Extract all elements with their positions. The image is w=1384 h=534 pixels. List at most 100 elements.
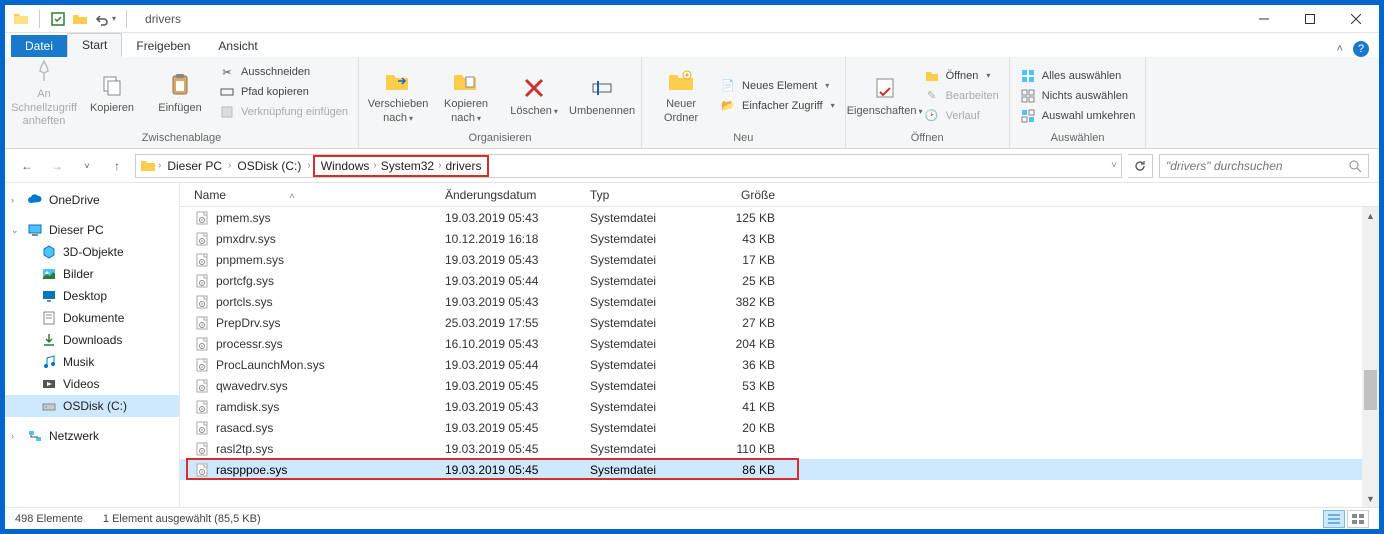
qat-undo-icon[interactable]: ▾ — [94, 11, 116, 27]
nav-osdisk[interactable]: OSDisk (C:) — [5, 395, 179, 417]
scroll-down-icon[interactable]: ▼ — [1362, 490, 1379, 507]
scroll-thumb[interactable] — [1364, 370, 1377, 410]
file-date: 25.03.2019 17:55 — [445, 316, 590, 330]
search-box[interactable] — [1159, 154, 1369, 178]
file-row[interactable]: rasacd.sys19.03.2019 05:45Systemdatei20 … — [180, 417, 1379, 438]
file-row[interactable]: PrepDrv.sys25.03.2019 17:55Systemdatei27… — [180, 312, 1379, 333]
file-size: 17 KB — [710, 253, 785, 267]
crumb-osdisk[interactable]: OSDisk (C:) — [233, 157, 305, 175]
back-button[interactable]: ← — [15, 154, 39, 178]
search-input[interactable] — [1166, 159, 1348, 173]
open-button[interactable]: Öffnen▾ — [922, 67, 1001, 85]
copy-button[interactable]: Kopieren — [81, 68, 143, 117]
pin-quickaccess-button[interactable]: An Schnellzugriff anheften — [13, 54, 75, 130]
file-row[interactable]: rasl2tp.sys19.03.2019 05:45Systemdatei11… — [180, 438, 1379, 459]
tab-share[interactable]: Freigeben — [122, 35, 204, 57]
qat-properties-icon[interactable] — [50, 11, 66, 27]
breadcrumb-highlight: Windows› System32› drivers — [313, 155, 490, 177]
breadcrumb-dropdown-icon[interactable]: ˅ — [1111, 160, 1117, 171]
refresh-button[interactable] — [1128, 155, 1152, 177]
paste-shortcut-button[interactable]: Verknüpfung einfügen — [217, 103, 350, 121]
forward-button[interactable]: → — [45, 154, 69, 178]
cut-button[interactable]: ✂Ausschneiden — [217, 63, 350, 81]
file-row[interactable]: ramdisk.sys19.03.2019 05:43Systemdatei41… — [180, 396, 1379, 417]
minimize-button[interactable] — [1241, 5, 1287, 33]
scroll-up-icon[interactable]: ▲ — [1362, 207, 1379, 224]
file-row[interactable]: pmxdrv.sys10.12.2019 16:18Systemdatei43 … — [180, 228, 1379, 249]
status-count: 498 Elemente — [15, 513, 83, 525]
ribbon-group-label: Öffnen — [854, 130, 1001, 146]
ribbon-collapse-icon[interactable]: ˄ — [1337, 43, 1343, 55]
nav-videos[interactable]: Videos — [5, 373, 179, 395]
new-folder-button[interactable]: ✦ Neuer Ordner — [650, 64, 712, 126]
svg-text:✦: ✦ — [684, 71, 691, 80]
nav-onedrive[interactable]: ›OneDrive — [5, 189, 179, 211]
file-row[interactable]: portcls.sys19.03.2019 05:43Systemdatei38… — [180, 291, 1379, 312]
video-icon — [41, 376, 57, 392]
up-button[interactable]: ↑ — [105, 154, 129, 178]
edit-button[interactable]: ✎Bearbeiten — [922, 87, 1001, 105]
file-row[interactable]: pmem.sys19.03.2019 05:43Systemdatei125 K… — [180, 207, 1379, 228]
rename-button[interactable]: Umbenennen — [571, 71, 633, 120]
file-row[interactable]: raspppoe.sys19.03.2019 05:45Systemdatei8… — [180, 459, 1379, 480]
column-size[interactable]: Größe — [710, 188, 785, 202]
file-name: portcfg.sys — [216, 274, 274, 288]
nav-music[interactable]: Musik — [5, 351, 179, 373]
nav-this-pc[interactable]: ⌄Dieser PC — [5, 219, 179, 241]
copy-path-button[interactable]: Pfad kopieren — [217, 83, 350, 101]
properties-button[interactable]: Eigenschaften▾ — [854, 71, 916, 120]
file-type: Systemdatei — [590, 274, 710, 288]
file-type: Systemdatei — [590, 337, 710, 351]
file-name: rasl2tp.sys — [216, 442, 273, 456]
new-item-button[interactable]: 📄Neues Element▾ — [718, 77, 837, 95]
file-row[interactable]: qwavedrv.sys19.03.2019 05:45Systemdatei5… — [180, 375, 1379, 396]
file-row[interactable]: processr.sys16.10.2019 05:43Systemdatei2… — [180, 333, 1379, 354]
view-icons-button[interactable] — [1347, 510, 1369, 528]
invert-selection-button[interactable]: Auswahl umkehren — [1018, 107, 1138, 125]
file-size: 41 KB — [710, 400, 785, 414]
ribbon-group-label: Auswählen — [1018, 130, 1138, 146]
vertical-scrollbar[interactable]: ▲ ▼ — [1362, 207, 1379, 507]
select-none-button[interactable]: Nichts auswählen — [1018, 87, 1138, 105]
crumb-system32[interactable]: System32 — [377, 157, 438, 175]
tab-start[interactable]: Start — [67, 33, 122, 57]
cube-icon — [41, 244, 57, 260]
recent-dropdown[interactable]: ˅ — [75, 154, 99, 178]
maximize-button[interactable] — [1287, 5, 1333, 33]
copy-to-button[interactable]: Kopieren nach▾ — [435, 64, 497, 126]
nav-desktop[interactable]: Desktop — [5, 285, 179, 307]
delete-button[interactable]: Löschen▾ — [503, 71, 565, 120]
column-type[interactable]: Typ — [590, 188, 710, 202]
help-icon[interactable]: ? — [1353, 41, 1369, 57]
tab-view[interactable]: Ansicht — [204, 35, 271, 57]
file-row[interactable]: pnpmem.sys19.03.2019 05:43Systemdatei17 … — [180, 249, 1379, 270]
close-button[interactable] — [1333, 5, 1379, 33]
tab-file[interactable]: Datei — [11, 35, 67, 57]
breadcrumb[interactable]: › Dieser PC› OSDisk (C:)› Windows› Syste… — [135, 154, 1122, 178]
file-name: qwavedrv.sys — [216, 379, 288, 393]
paste-button[interactable]: Einfügen — [149, 68, 211, 117]
nav-3d-objects[interactable]: 3D-Objekte — [5, 241, 179, 263]
select-all-button[interactable]: Alles auswählen — [1018, 67, 1138, 85]
nav-pictures[interactable]: Bilder — [5, 263, 179, 285]
move-to-button[interactable]: Verschieben nach▾ — [367, 64, 429, 126]
nav-documents[interactable]: Dokumente — [5, 307, 179, 329]
file-name: raspppoe.sys — [216, 463, 287, 477]
file-type: Systemdatei — [590, 463, 710, 477]
qat-newfolder-icon[interactable] — [72, 11, 88, 27]
crumb-drivers[interactable]: drivers — [441, 157, 485, 175]
nav-network[interactable]: ›Netzwerk — [5, 425, 179, 447]
file-date: 10.12.2019 16:18 — [445, 232, 590, 246]
file-row[interactable]: ProcLaunchMon.sys19.03.2019 05:44Systemd… — [180, 354, 1379, 375]
easy-access-button[interactable]: 📂Einfacher Zugriff▾ — [718, 97, 837, 115]
file-date: 19.03.2019 05:43 — [445, 211, 590, 225]
nav-downloads[interactable]: Downloads — [5, 329, 179, 351]
crumb-windows[interactable]: Windows — [317, 157, 374, 175]
file-name: PrepDrv.sys — [216, 316, 280, 330]
column-name[interactable]: Name ˄ — [180, 188, 445, 202]
crumb-this-pc[interactable]: Dieser PC — [163, 157, 226, 175]
column-date[interactable]: Änderungsdatum — [445, 188, 590, 202]
view-details-button[interactable] — [1323, 510, 1345, 528]
history-button[interactable]: 🕑Verlauf — [922, 107, 1001, 125]
file-row[interactable]: portcfg.sys19.03.2019 05:44Systemdatei25… — [180, 270, 1379, 291]
